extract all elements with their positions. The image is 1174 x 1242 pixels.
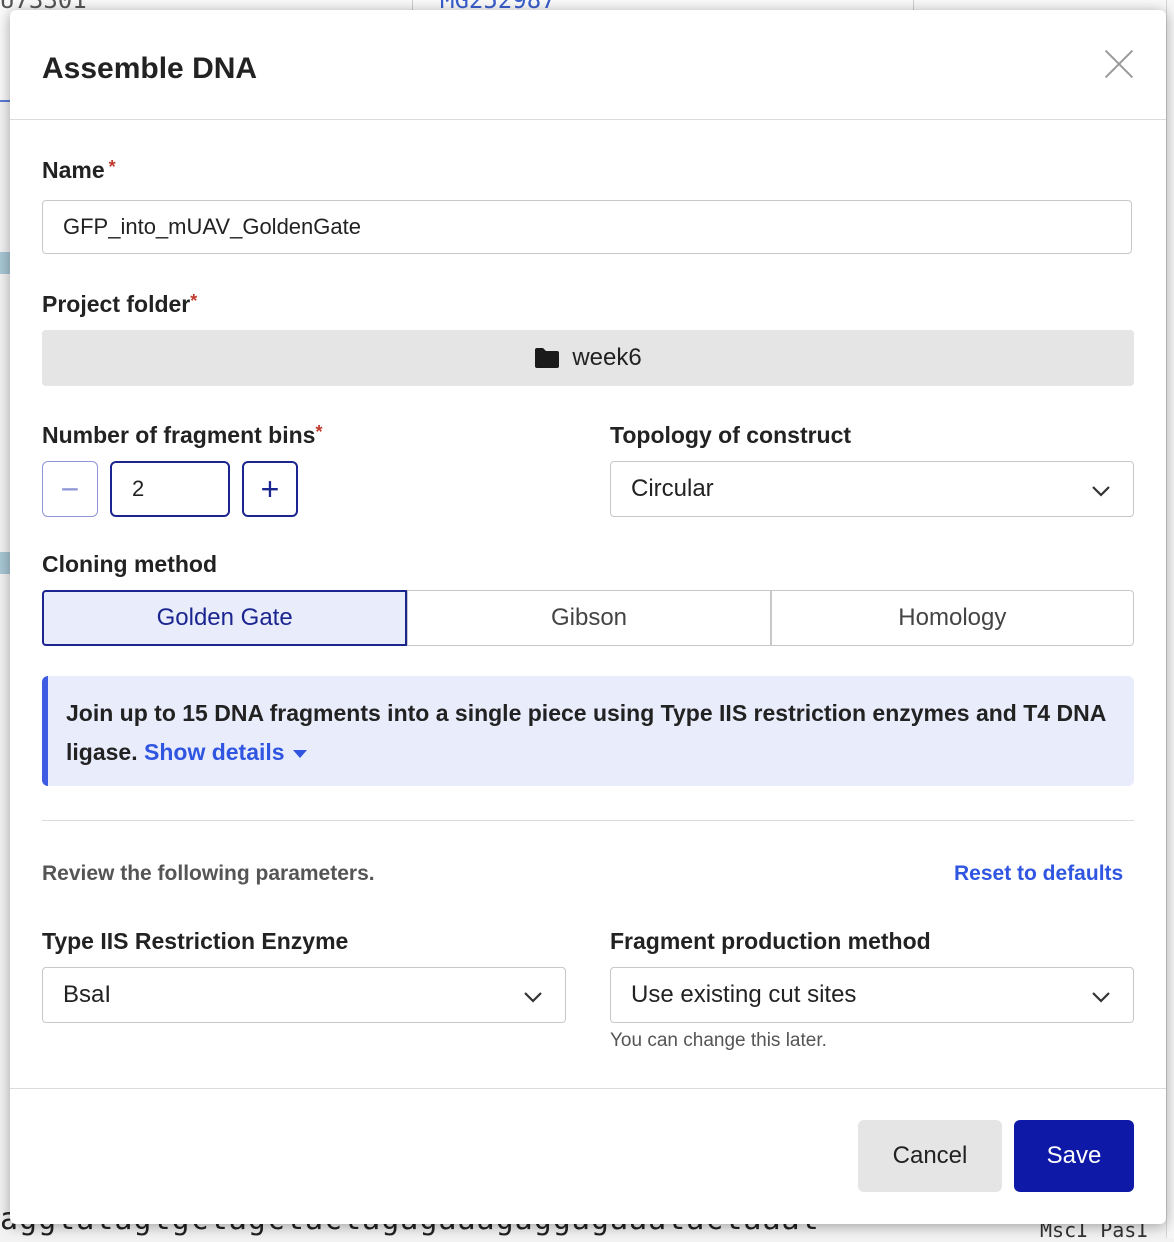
- chevron-down-icon: [1092, 486, 1110, 497]
- background-track-mark: [0, 252, 10, 274]
- fragment-production-hint: You can change this later.: [610, 1030, 827, 1051]
- enzyme-value: BsaI: [63, 981, 112, 1008]
- background-track-mark: [0, 552, 10, 574]
- fragment-bins-label-text: Number of fragment bins: [42, 422, 316, 448]
- cloning-method-label: Cloning method: [42, 551, 218, 577]
- topology-select[interactable]: Circular: [610, 461, 1134, 517]
- enzyme-label: Type IIS Restriction Enzyme: [42, 928, 349, 954]
- fragment-bins-label: Number of fragment bins*: [42, 422, 322, 449]
- name-label-text: Name: [42, 157, 105, 183]
- method-info-callout: Join up to 15 DNA fragments into a singl…: [42, 676, 1134, 786]
- chevron-down-icon: [524, 992, 542, 1003]
- topology-value: Circular: [631, 475, 714, 502]
- save-button[interactable]: Save: [1014, 1120, 1134, 1192]
- name-input[interactable]: [42, 200, 1132, 254]
- project-folder-value: week6: [572, 344, 642, 371]
- background-scroll-edge: [1166, 0, 1174, 1238]
- background-track: [0, 100, 10, 1200]
- name-label: Name *: [42, 157, 116, 184]
- dialog-title: Assemble DNA: [42, 52, 258, 85]
- project-folder-label: Project folder*: [42, 291, 197, 318]
- minus-icon: −: [60, 470, 80, 507]
- assemble-dna-dialog: Assemble DNA Name* Project folder* week6…: [10, 10, 1166, 1224]
- chevron-down-icon: [1092, 992, 1110, 1003]
- required-mark: *: [108, 157, 116, 177]
- section-divider: [42, 820, 1134, 821]
- project-folder-button[interactable]: week6: [42, 330, 1134, 386]
- decrement-bins-button[interactable]: −: [42, 461, 98, 517]
- close-icon[interactable]: [1104, 49, 1134, 79]
- fragment-production-label: Fragment production method: [610, 928, 931, 954]
- cloning-method-segmented-control: Golden Gate Gibson Homology: [42, 590, 1134, 646]
- show-details-text: Show details: [144, 739, 285, 765]
- fragment-bins-input[interactable]: 2: [110, 461, 230, 517]
- review-parameters-text: Review the following parameters.: [42, 862, 375, 885]
- cloning-option-gibson[interactable]: Gibson: [407, 590, 771, 646]
- fragment-production-value: Use existing cut sites: [631, 981, 857, 1008]
- required-mark: *: [315, 422, 323, 442]
- enzyme-select[interactable]: BsaI: [42, 967, 566, 1023]
- cloning-option-homology[interactable]: Homology: [770, 590, 1134, 646]
- plus-icon: +: [260, 470, 280, 507]
- cancel-button[interactable]: Cancel: [858, 1120, 1002, 1192]
- project-folder-label-text: Project folder: [42, 291, 191, 317]
- topology-label: Topology of construct: [610, 422, 852, 448]
- fragment-production-select[interactable]: Use existing cut sites: [610, 967, 1134, 1023]
- show-details-link[interactable]: Show details: [144, 739, 307, 765]
- increment-bins-button[interactable]: +: [242, 461, 298, 517]
- cloning-option-golden-gate[interactable]: Golden Gate: [42, 590, 408, 646]
- folder-icon: [535, 348, 560, 368]
- caret-down-icon: [292, 749, 307, 758]
- required-mark: *: [190, 291, 198, 311]
- dialog-header: Assemble DNA: [10, 10, 1166, 120]
- reset-to-defaults-link[interactable]: Reset to defaults: [954, 862, 1123, 886]
